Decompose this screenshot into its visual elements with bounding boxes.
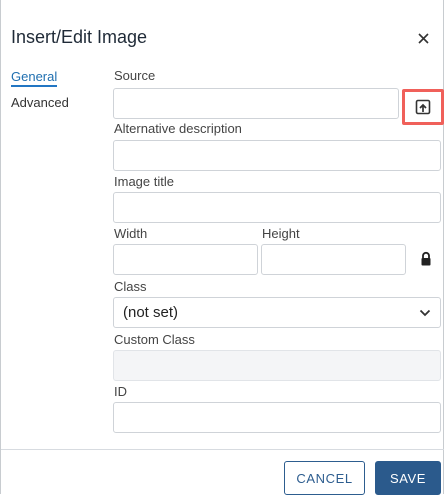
chevron-down-icon xyxy=(419,309,431,316)
footer-divider xyxy=(1,449,444,450)
image-title-input[interactable] xyxy=(113,192,441,223)
lock-icon[interactable] xyxy=(419,251,433,267)
custom-class-label: Custom Class xyxy=(114,332,195,347)
width-label: Width xyxy=(114,226,148,241)
upload-button[interactable] xyxy=(402,89,444,125)
close-button[interactable] xyxy=(411,26,435,50)
tab-general[interactable]: General xyxy=(11,69,58,87)
id-input[interactable] xyxy=(113,402,441,433)
class-select-value: (not set) xyxy=(123,304,179,321)
source-label: Source xyxy=(114,68,156,83)
custom-class-input[interactable] xyxy=(113,350,441,381)
class-label: Class xyxy=(114,279,147,294)
height-input[interactable] xyxy=(261,244,406,275)
tab-advanced[interactable]: Advanced xyxy=(11,95,69,110)
id-label: ID xyxy=(114,384,127,399)
width-input[interactable] xyxy=(113,244,258,275)
image-title-label: Image title xyxy=(114,174,174,189)
close-icon xyxy=(417,32,429,44)
class-select[interactable]: (not set) xyxy=(113,297,441,328)
dialog-title: Insert/Edit Image xyxy=(11,27,148,47)
insert-edit-image-dialog: Insert/Edit Image General Advanced Sourc… xyxy=(0,0,444,495)
source-input[interactable] xyxy=(113,88,399,119)
save-button[interactable]: SAVE xyxy=(375,461,441,495)
cancel-button[interactable]: CANCEL xyxy=(284,461,365,495)
alt-description-input[interactable] xyxy=(113,140,441,171)
alt-label: Alternative description xyxy=(114,121,242,136)
height-label: Height xyxy=(262,226,300,241)
upload-icon xyxy=(415,99,431,115)
